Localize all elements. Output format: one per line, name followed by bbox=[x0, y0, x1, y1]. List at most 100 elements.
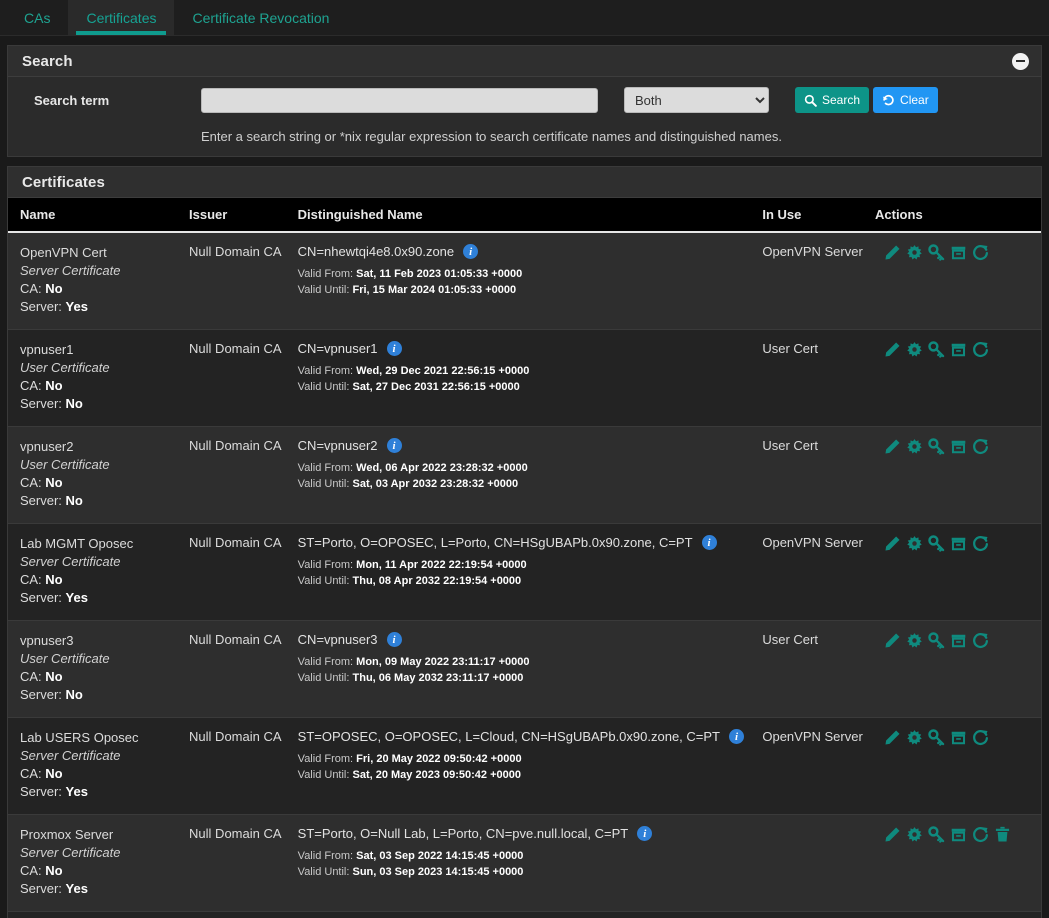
clear-button[interactable]: Clear bbox=[873, 87, 938, 113]
edit-icon[interactable] bbox=[884, 826, 901, 843]
edit-icon[interactable] bbox=[884, 632, 901, 649]
cert-name: OpenVPN Cert bbox=[20, 245, 107, 260]
cell-issuer: Null Domain CA bbox=[189, 232, 298, 330]
ca-value: No bbox=[45, 281, 63, 296]
certificate-icon[interactable] bbox=[906, 341, 923, 358]
cert-ca: CA: No bbox=[20, 765, 189, 783]
search-scope-select[interactable]: NameDistinguished NameBoth bbox=[624, 87, 769, 113]
valid-until-label: Valid Until: bbox=[297, 575, 350, 587]
valid-from: Valid From: Wed, 06 Apr 2022 23:28:32 +0… bbox=[298, 462, 763, 474]
cell-name: pfSense WebConfiguratorServer Certificat… bbox=[8, 911, 190, 918]
valid-until: Valid Until: Sat, 20 May 2023 09:50:42 +… bbox=[298, 769, 763, 781]
valid-until-value: Fri, 15 Mar 2024 01:05:33 +0000 bbox=[352, 284, 517, 296]
info-icon[interactable]: i bbox=[729, 729, 744, 744]
export-icon[interactable] bbox=[950, 535, 967, 552]
key-icon[interactable] bbox=[928, 632, 945, 649]
tab-certificate-revocation[interactable]: Certificate Revocation bbox=[174, 0, 347, 35]
cell-in-use: OpenVPN Server bbox=[762, 717, 875, 815]
action-icon-group bbox=[875, 632, 1041, 649]
export-icon[interactable] bbox=[950, 632, 967, 649]
edit-icon[interactable] bbox=[884, 535, 901, 552]
cert-type: Server Certificate bbox=[20, 263, 121, 278]
certificate-icon[interactable] bbox=[906, 438, 923, 455]
valid-until-label: Valid Until: bbox=[297, 478, 350, 490]
valid-from-label: Valid From: bbox=[297, 268, 354, 280]
cert-ca: CA: No bbox=[20, 377, 189, 395]
info-icon[interactable]: i bbox=[386, 341, 402, 356]
key-icon[interactable] bbox=[928, 341, 945, 358]
info-icon[interactable]: i bbox=[701, 535, 717, 550]
cell-in-use: User Cert bbox=[762, 620, 875, 718]
certificates-table-body: OpenVPN Cert Server Certificate CA: No Serv… bbox=[8, 232, 1041, 918]
export-icon[interactable] bbox=[950, 729, 967, 746]
renew-icon[interactable] bbox=[972, 341, 989, 358]
ca-value: No bbox=[45, 863, 63, 878]
edit-icon[interactable] bbox=[884, 438, 901, 455]
valid-until: Valid Until: Sat, 03 Apr 2032 23:28:32 +… bbox=[298, 478, 763, 490]
renew-icon[interactable] bbox=[972, 729, 989, 746]
renew-icon[interactable] bbox=[972, 826, 989, 843]
cert-type: Server Certificate bbox=[20, 554, 121, 569]
search-panel-body: Search term NameDistinguished NameBoth S… bbox=[8, 77, 1041, 156]
certificate-icon[interactable] bbox=[906, 632, 923, 649]
key-icon[interactable] bbox=[928, 729, 945, 746]
ca-label: CA: bbox=[20, 669, 42, 684]
server-label: Server: bbox=[20, 396, 62, 411]
certificate-icon[interactable] bbox=[906, 244, 923, 261]
certificate-icon[interactable] bbox=[906, 729, 923, 746]
cell-name: OpenVPN Cert Server Certificate CA: No Serv… bbox=[8, 232, 190, 330]
cell-in-use: User Cert bbox=[762, 329, 875, 427]
key-icon[interactable] bbox=[928, 535, 945, 552]
export-icon[interactable] bbox=[950, 244, 967, 261]
export-icon[interactable] bbox=[950, 826, 967, 843]
valid-from-value: Mon, 11 Apr 2022 22:19:54 +0000 bbox=[356, 559, 527, 571]
certificate-icon[interactable] bbox=[906, 535, 923, 552]
valid-from-value: Mon, 09 May 2022 23:11:17 +0000 bbox=[356, 656, 530, 668]
cell-issuer: Null Domain CA bbox=[189, 717, 298, 815]
certificates-table: Name Issuer Distinguished Name In Use Ac… bbox=[8, 198, 1041, 918]
cell-distinguished-name: CN=nhewtqi4e8.0x90.zone i Valid From: Sat,… bbox=[297, 232, 763, 330]
delete-icon[interactable] bbox=[994, 826, 1011, 843]
table-header-row: Name Issuer Distinguished Name In Use Ac… bbox=[8, 198, 1041, 233]
cell-issuer: Null Domain CA bbox=[189, 426, 298, 524]
renew-icon[interactable] bbox=[972, 632, 989, 649]
export-icon[interactable] bbox=[950, 341, 967, 358]
search-panel: Search Search term NameDistinguished Nam… bbox=[7, 45, 1042, 157]
renew-icon[interactable] bbox=[972, 244, 989, 261]
valid-until-value: Sat, 03 Apr 2032 23:28:32 +0000 bbox=[352, 478, 519, 490]
search-input[interactable] bbox=[201, 87, 598, 113]
tab-label: Certificates bbox=[86, 9, 157, 26]
tab-certificates[interactable]: Certificates bbox=[68, 0, 175, 35]
tab-label: CAs bbox=[24, 9, 51, 26]
certificates-panel: Certificates Name Issuer Distinguished N… bbox=[7, 166, 1042, 918]
action-icon-group bbox=[875, 341, 1041, 358]
valid-until: Valid Until: Sat, 27 Dec 2031 22:56:15 +… bbox=[298, 381, 763, 393]
collapse-icon[interactable] bbox=[1012, 52, 1029, 70]
cert-server: Server: Yes bbox=[20, 880, 189, 898]
cert-server: Server: No bbox=[20, 492, 189, 510]
info-icon[interactable]: i bbox=[386, 632, 402, 647]
key-icon[interactable] bbox=[928, 826, 945, 843]
info-icon[interactable]: i bbox=[386, 438, 402, 453]
export-icon[interactable] bbox=[950, 438, 967, 455]
renew-icon[interactable] bbox=[972, 438, 989, 455]
dn-line: ST=OPOSEC, O=OPOSEC, L=Cloud, CN=HSgUBAP… bbox=[298, 729, 763, 744]
edit-icon[interactable] bbox=[884, 729, 901, 746]
renew-icon[interactable] bbox=[972, 535, 989, 552]
valid-until: Valid Until: Thu, 08 Apr 2032 22:19:54 +… bbox=[298, 575, 763, 587]
key-icon[interactable] bbox=[928, 438, 945, 455]
certificate-icon[interactable] bbox=[906, 826, 923, 843]
column-header-actions: Actions bbox=[875, 198, 1041, 233]
tab-cas[interactable]: CAs bbox=[6, 0, 68, 35]
key-icon[interactable] bbox=[928, 244, 945, 261]
cell-name: vpnuser1 User Certificate CA: No Server: No bbox=[8, 329, 190, 427]
cell-actions bbox=[875, 232, 1041, 330]
edit-icon[interactable] bbox=[884, 341, 901, 358]
cell-issuer: Null Domain CA bbox=[189, 814, 298, 912]
certificates-table-head: Name Issuer Distinguished Name In Use Ac… bbox=[8, 198, 1041, 233]
edit-icon[interactable] bbox=[884, 244, 901, 261]
info-icon[interactable]: i bbox=[463, 244, 479, 259]
search-button[interactable]: Search bbox=[795, 87, 870, 113]
cell-actions bbox=[875, 426, 1041, 524]
info-icon[interactable]: i bbox=[637, 826, 653, 841]
